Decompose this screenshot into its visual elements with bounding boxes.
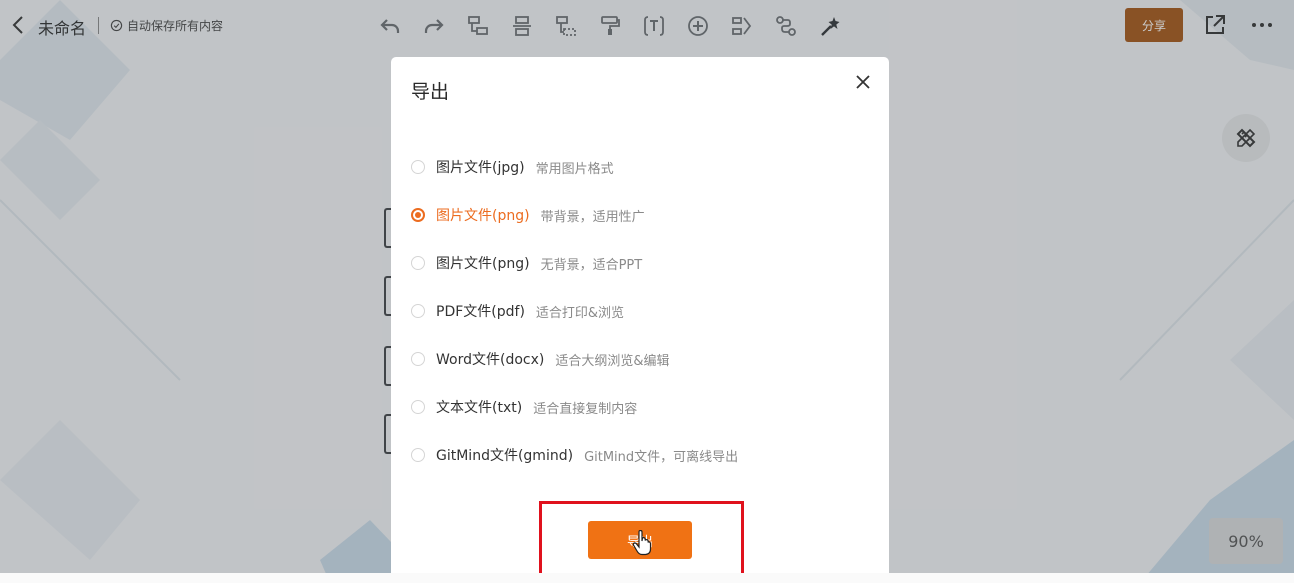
radio-button[interactable] — [411, 304, 425, 318]
format-option[interactable]: PDF文件(pdf) 适合打印&浏览 — [411, 287, 871, 335]
export-format-list: 图片文件(jpg) 常用图片格式 图片文件(png) 带背景，适用性广 图片文件… — [411, 143, 871, 479]
close-button[interactable] — [853, 72, 873, 92]
radio-button[interactable] — [411, 208, 425, 222]
option-description: 带背景，适用性广 — [540, 209, 645, 225]
radio-button[interactable] — [411, 400, 425, 414]
option-label: 图片文件(png) — [436, 256, 530, 272]
option-label: 图片文件(jpg) — [436, 160, 525, 176]
option-description: 常用图片格式 — [535, 161, 614, 177]
dialog-title: 导出 — [411, 81, 450, 103]
format-option[interactable]: GitMind文件(gmind) GitMind文件，可离线导出 — [411, 431, 871, 479]
close-icon — [856, 75, 870, 89]
radio-button[interactable] — [411, 448, 425, 462]
format-option[interactable]: 文本文件(txt) 适合直接复制内容 — [411, 383, 871, 431]
option-description: 适合直接复制内容 — [533, 401, 638, 417]
option-label: 文本文件(txt) — [436, 400, 523, 416]
option-label: Word文件(docx) — [436, 352, 545, 368]
format-option[interactable]: 图片文件(png) 带背景，适用性广 — [411, 191, 871, 239]
option-description: GitMind文件，可离线导出 — [584, 449, 739, 465]
option-description: 适合打印&浏览 — [535, 305, 625, 321]
bottom-strip — [0, 573, 1294, 583]
radio-button[interactable] — [411, 256, 425, 270]
hand-cursor-icon — [632, 530, 652, 556]
format-option[interactable]: 图片文件(jpg) 常用图片格式 — [411, 143, 871, 191]
radio-button[interactable] — [411, 160, 425, 174]
format-option[interactable]: 图片文件(png) 无背景，适合PPT — [411, 239, 871, 287]
option-label: PDF文件(pdf) — [436, 304, 525, 320]
format-option[interactable]: Word文件(docx) 适合大纲浏览&编辑 — [411, 335, 871, 383]
option-description: 适合大纲浏览&编辑 — [555, 353, 670, 369]
option-description: 无背景，适合PPT — [540, 257, 643, 273]
radio-button[interactable] — [411, 352, 425, 366]
option-label: GitMind文件(gmind) — [436, 448, 574, 464]
option-label: 图片文件(png) — [436, 208, 530, 224]
